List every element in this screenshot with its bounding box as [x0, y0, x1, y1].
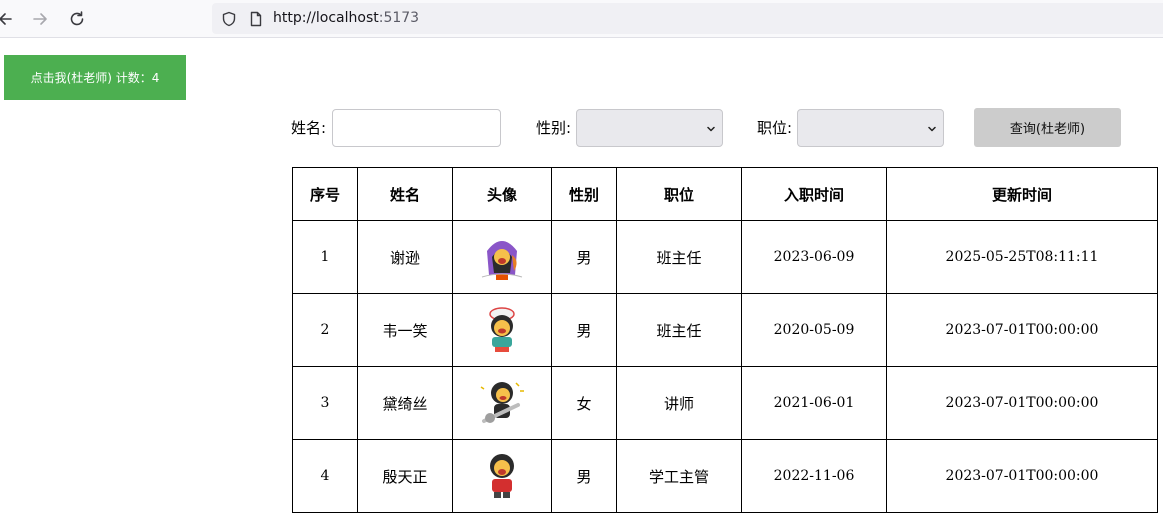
cell-gender: 男 — [551, 220, 617, 294]
cell-update-time: 2023-07-01T00:00:00 — [886, 366, 1158, 440]
cell-name: 黛绮丝 — [357, 366, 453, 440]
cell-index: 3 — [292, 366, 358, 440]
address-bar[interactable]: http://localhost:5173 — [212, 3, 1163, 34]
cell-entry-date: 2023-06-09 — [741, 220, 887, 294]
chevron-down-icon — [707, 126, 715, 132]
url-host: http://localhost — [273, 10, 379, 26]
cell-entry-date: 2021-06-01 — [741, 366, 887, 440]
monkey-hoodie-avatar — [481, 241, 523, 280]
url-port: :5173 — [378, 10, 420, 26]
header-entry-date: 入职时间 — [741, 167, 887, 221]
browser-toolbar: http://localhost:5173 — [0, 0, 1163, 38]
cell-index: 4 — [292, 439, 358, 513]
table-row: 4 殷天正 男 学工主管 2022-11-06 2023-07-01T00:00… — [292, 439, 1158, 513]
cell-avatar — [452, 220, 552, 294]
cell-name: 殷天正 — [357, 439, 453, 513]
position-select[interactable] — [797, 109, 944, 147]
employee-table: 序号 姓名 头像 性别 职位 入职时间 更新时间 1 谢逊 男 班主任 2023… — [292, 167, 1158, 513]
forward-arrow-icon[interactable] — [30, 9, 50, 29]
table-row: 3 黛绮丝 女 讲师 2021-06-01 2023-07-01T00:00:0… — [292, 366, 1158, 440]
cell-gender: 女 — [551, 366, 617, 440]
cell-entry-date: 2020-05-09 — [741, 293, 887, 367]
counter-button[interactable]: 点击我(杜老师) 计数：4 — [4, 55, 186, 100]
back-arrow-icon[interactable] — [0, 9, 16, 29]
gender-select[interactable] — [576, 109, 723, 147]
reload-icon[interactable] — [67, 9, 87, 29]
header-avatar: 头像 — [452, 167, 552, 221]
cell-update-time: 2023-07-01T00:00:00 — [886, 439, 1158, 513]
cell-position: 班主任 — [616, 220, 742, 294]
header-index: 序号 — [292, 167, 358, 221]
table-row: 1 谢逊 男 班主任 2023-06-09 2025-05-25T08:11:1… — [292, 220, 1158, 294]
page-icon[interactable] — [248, 11, 264, 27]
table-row: 2 韦一笑 男 班主任 2020-05-09 2023-07-01T00:00:… — [292, 293, 1158, 367]
header-gender: 性别 — [551, 167, 617, 221]
cell-position: 班主任 — [616, 293, 742, 367]
cell-name: 韦一笑 — [357, 293, 453, 367]
chevron-down-icon — [928, 126, 936, 132]
table-header-row: 序号 姓名 头像 性别 职位 入职时间 更新时间 — [292, 167, 1158, 221]
cell-index: 1 — [292, 220, 358, 294]
monkey-guitar-avatar — [480, 382, 524, 423]
name-label: 姓名: — [291, 119, 327, 137]
cell-entry-date: 2022-11-06 — [741, 439, 887, 513]
cell-gender: 男 — [551, 293, 617, 367]
position-label: 职位: — [757, 119, 793, 137]
cell-update-time: 2025-05-25T08:11:11 — [886, 220, 1158, 294]
header-update-time: 更新时间 — [886, 167, 1158, 221]
monkey-red-shirt-avatar — [490, 454, 514, 498]
cell-name: 谢逊 — [357, 220, 453, 294]
url-text[interactable]: http://localhost:5173 — [273, 9, 419, 27]
query-button[interactable]: 查询(杜老师) — [974, 108, 1121, 147]
cell-update-time: 2023-07-01T00:00:00 — [886, 293, 1158, 367]
cell-index: 2 — [292, 293, 358, 367]
gender-label: 性别: — [536, 119, 572, 137]
monkey-cap-avatar — [489, 307, 515, 352]
name-input[interactable] — [332, 109, 501, 147]
cell-avatar — [452, 293, 552, 367]
cell-position: 学工主管 — [616, 439, 742, 513]
cell-gender: 男 — [551, 439, 617, 513]
cell-avatar — [452, 366, 552, 440]
header-position: 职位 — [616, 167, 742, 221]
cell-avatar — [452, 439, 552, 513]
header-name: 姓名 — [357, 167, 453, 221]
shield-icon[interactable] — [221, 11, 237, 27]
cell-position: 讲师 — [616, 366, 742, 440]
